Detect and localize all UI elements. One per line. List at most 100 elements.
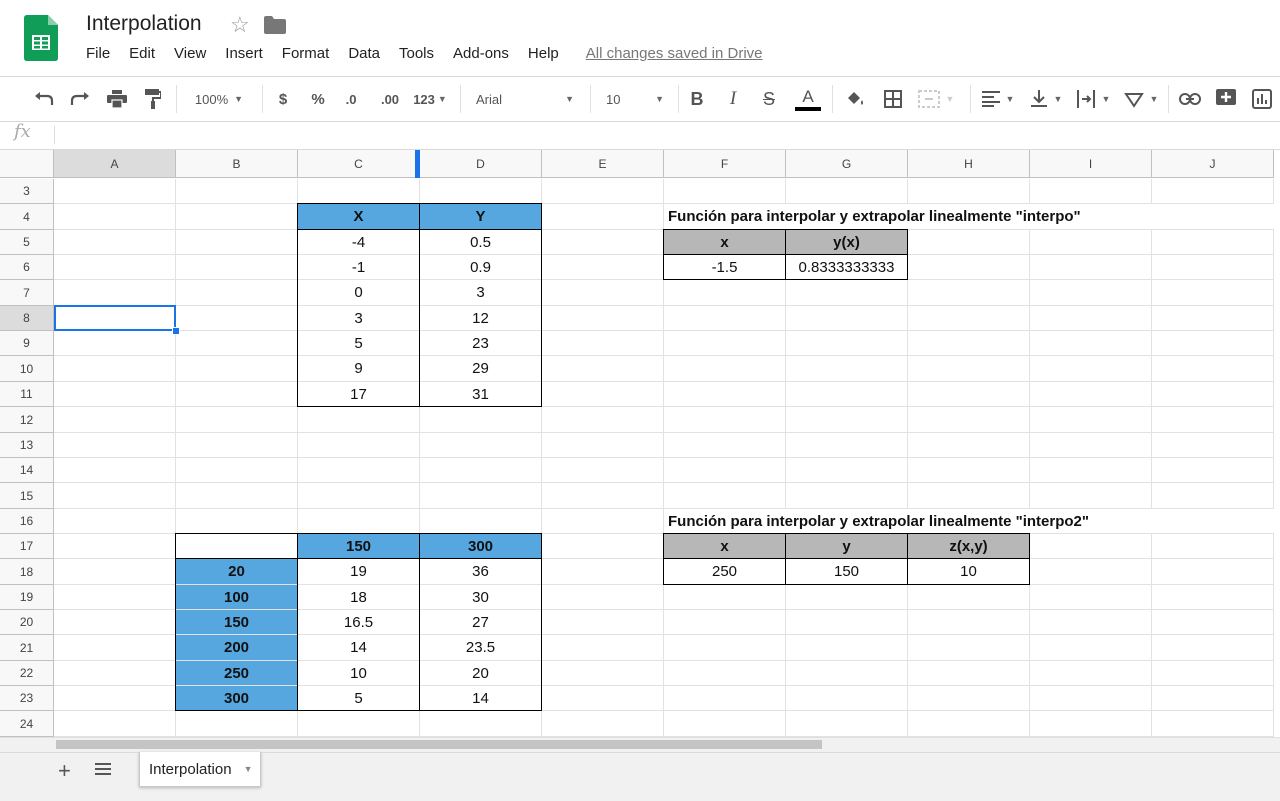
table1-header-cell[interactable]: Y: [420, 204, 542, 230]
grid-cell[interactable]: [786, 711, 908, 737]
grid-cell[interactable]: [54, 559, 176, 585]
grid-cell[interactable]: [786, 433, 908, 458]
text-color-button[interactable]: A: [793, 77, 823, 121]
grid-cell[interactable]: [1030, 407, 1152, 433]
grid-cell[interactable]: [176, 331, 298, 356]
table2-data-cell[interactable]: 30: [420, 585, 542, 610]
grid-cell[interactable]: [176, 356, 298, 382]
grid-cell[interactable]: [542, 686, 664, 711]
grid-cell[interactable]: [1152, 407, 1274, 433]
grid-cell[interactable]: [1030, 635, 1152, 661]
redo-icon[interactable]: [66, 77, 94, 121]
sheet-tab[interactable]: Interpolation ▼: [139, 752, 261, 787]
grid-cell[interactable]: [1030, 711, 1152, 737]
grid-cell[interactable]: [54, 204, 176, 230]
add-sheet-button[interactable]: +: [58, 758, 71, 784]
table2-data-cell[interactable]: 18: [298, 585, 420, 610]
grid-cell[interactable]: [54, 686, 176, 711]
table2-data-cell[interactable]: 14: [298, 635, 420, 661]
grid-cell[interactable]: [908, 230, 1030, 255]
column-header-e[interactable]: E: [542, 150, 664, 178]
grid-cell[interactable]: [664, 483, 786, 509]
grid-cell[interactable]: [908, 585, 1030, 610]
fn2-value-cell[interactable]: 250: [664, 559, 786, 585]
grid-cell[interactable]: [664, 610, 786, 635]
grid-cell[interactable]: [420, 509, 542, 534]
grid-cell[interactable]: [420, 179, 542, 204]
row-header-4[interactable]: 4: [0, 204, 54, 230]
grid-cell[interactable]: [176, 230, 298, 255]
grid-cell[interactable]: [1030, 331, 1152, 356]
paint-format-icon[interactable]: [139, 77, 167, 121]
grid-cell[interactable]: [908, 407, 1030, 433]
grid-cell[interactable]: [664, 635, 786, 661]
row-header-10[interactable]: 10: [0, 356, 54, 382]
grid-cell[interactable]: [420, 483, 542, 509]
grid-cell[interactable]: [1152, 356, 1274, 382]
vertical-align-icon[interactable]: ▼: [1026, 77, 1066, 121]
grid-cell[interactable]: [908, 280, 1030, 306]
table1-data-cell[interactable]: 0.9: [420, 255, 542, 280]
table2-data-cell[interactable]: 19: [298, 559, 420, 585]
document-title[interactable]: Interpolation: [86, 12, 202, 36]
column-header-b[interactable]: B: [176, 150, 298, 178]
grid-cell[interactable]: [1030, 230, 1152, 255]
table2-row-header[interactable]: 20: [176, 559, 298, 585]
fn1-value-cell[interactable]: -1.5: [664, 255, 786, 280]
grid-cell[interactable]: [54, 280, 176, 306]
table1-data-cell[interactable]: 0.5: [420, 230, 542, 255]
grid-cell[interactable]: [786, 356, 908, 382]
grid-cell[interactable]: [298, 711, 420, 737]
insert-comment-icon[interactable]: [1212, 77, 1240, 121]
grid-cell[interactable]: [664, 331, 786, 356]
grid-cell[interactable]: [542, 280, 664, 306]
folder-icon[interactable]: [264, 16, 286, 39]
grid-cell[interactable]: [54, 179, 176, 204]
grid-cell[interactable]: [176, 255, 298, 280]
grid-cell[interactable]: [1152, 179, 1274, 204]
fn1-header-cell[interactable]: x: [664, 230, 786, 255]
grid-cell[interactable]: [908, 483, 1030, 509]
row-header-13[interactable]: 13: [0, 433, 54, 458]
grid-cell[interactable]: [542, 433, 664, 458]
grid-cell[interactable]: [786, 661, 908, 686]
grid-cell[interactable]: [1030, 356, 1152, 382]
grid-cell[interactable]: [54, 483, 176, 509]
row-header-14[interactable]: 14: [0, 458, 54, 483]
row-header-21[interactable]: 21: [0, 635, 54, 661]
grid-cell[interactable]: [54, 610, 176, 635]
row-header-22[interactable]: 22: [0, 661, 54, 686]
fn2-value-cell[interactable]: 150: [786, 559, 908, 585]
grid-cell[interactable]: [176, 433, 298, 458]
table2-data-cell[interactable]: 16.5: [298, 610, 420, 635]
grid-cell[interactable]: [542, 711, 664, 737]
table1-data-cell[interactable]: -4: [298, 230, 420, 255]
grid-cell[interactable]: [1030, 458, 1152, 483]
grid-cell[interactable]: [298, 458, 420, 483]
row-header-23[interactable]: 23: [0, 686, 54, 711]
grid-cell[interactable]: [542, 331, 664, 356]
table1-data-cell[interactable]: 3: [298, 306, 420, 331]
grid-cell[interactable]: [176, 306, 298, 331]
grid-cell[interactable]: [54, 711, 176, 737]
fn2-header-cell[interactable]: x: [664, 534, 786, 559]
column-header-f[interactable]: F: [664, 150, 786, 178]
grid-cell[interactable]: [420, 433, 542, 458]
selected-cell[interactable]: [54, 305, 176, 331]
menu-insert[interactable]: Insert: [225, 45, 263, 62]
grid-cell[interactable]: [786, 407, 908, 433]
fn2-header-cell[interactable]: z(x,y): [908, 534, 1030, 559]
grid-cell[interactable]: [908, 433, 1030, 458]
table2-col-header[interactable]: 300: [420, 534, 542, 559]
column-resize-handle[interactable]: [415, 150, 420, 178]
grid-cell[interactable]: [1030, 686, 1152, 711]
row-header-9[interactable]: 9: [0, 331, 54, 356]
fn1-header-cell[interactable]: y(x): [786, 230, 908, 255]
grid-cell[interactable]: [176, 509, 298, 534]
grid-cell[interactable]: [908, 382, 1030, 407]
grid-cell[interactable]: [542, 204, 664, 230]
grid-cell[interactable]: [664, 433, 786, 458]
row-header-24[interactable]: 24: [0, 711, 54, 737]
font-size-select[interactable]: 10 ▼: [600, 77, 670, 121]
grid-cell[interactable]: [54, 230, 176, 255]
